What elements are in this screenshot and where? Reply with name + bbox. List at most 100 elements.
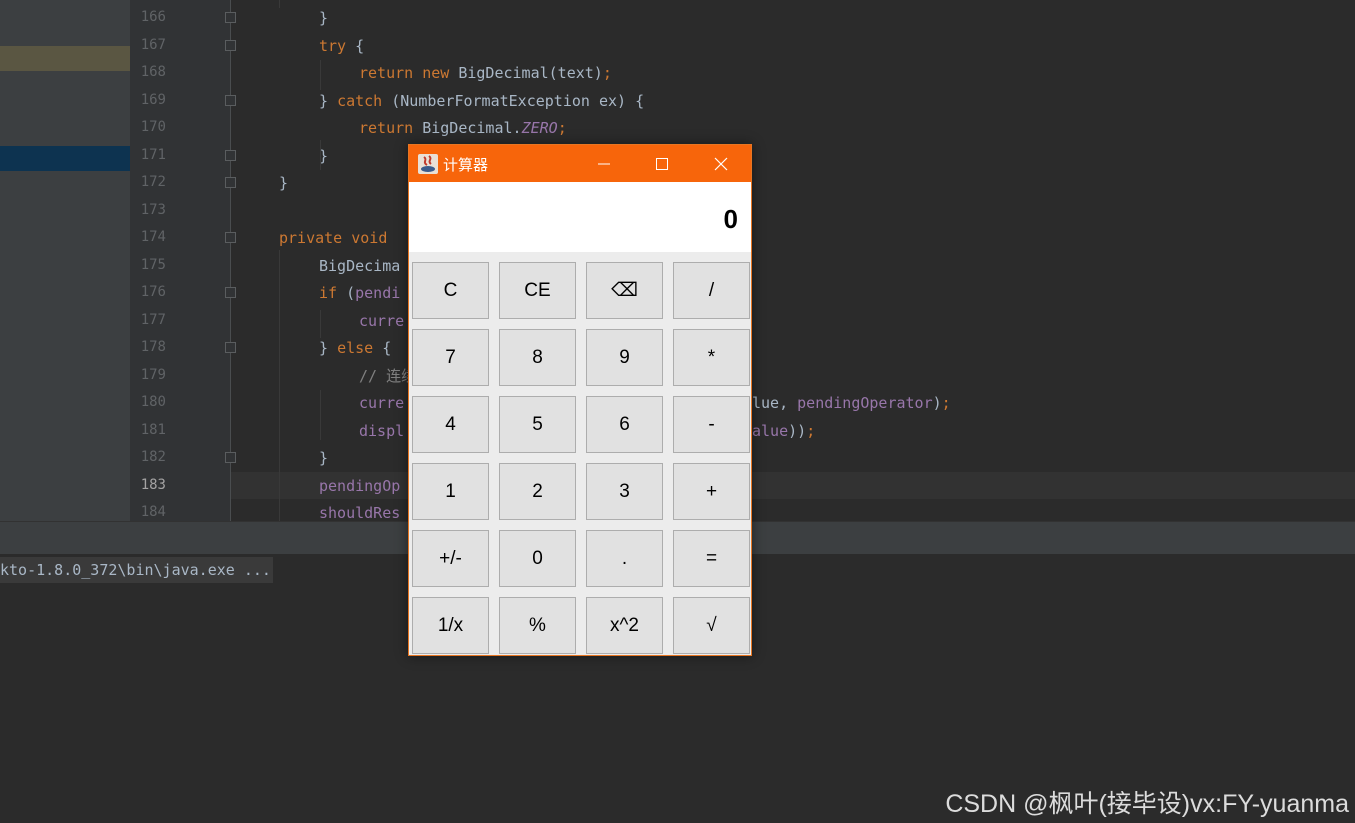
code-line: curre [359, 393, 404, 413]
digit-6-button[interactable]: 6 [586, 396, 663, 453]
code-line: pendingOp [319, 476, 400, 496]
square-button[interactable]: x^2 [586, 597, 663, 654]
fold-marker-icon[interactable] [225, 94, 236, 106]
fold-marker-icon[interactable] [225, 12, 236, 23]
digit-1-button[interactable]: 1 [412, 463, 489, 520]
fold-marker-icon[interactable] [225, 149, 236, 161]
code-token: return new [359, 64, 450, 82]
code-token: BigDecimal(text) [449, 64, 603, 82]
indent-guide [279, 250, 280, 521]
code-token: else [337, 339, 374, 357]
line-number: 169 [140, 91, 166, 108]
close-button[interactable] [692, 145, 750, 182]
divide-button[interactable]: / [673, 262, 750, 319]
code-token: ; [557, 119, 567, 137]
minimize-button[interactable] [575, 145, 633, 182]
code-token: { [346, 36, 365, 55]
fold-marker-icon[interactable] [225, 39, 236, 51]
line-number: 173 [140, 201, 166, 218]
code-token: try [319, 36, 347, 55]
code-token: } [319, 449, 329, 467]
maximize-icon [656, 157, 668, 170]
watermark: CSDN @枫叶(接毕设)vx:FY-yuanma [945, 790, 1349, 818]
code-token: alue [752, 421, 789, 440]
fold-marker-icon[interactable] [225, 232, 236, 243]
clear-entry-button[interactable]: CE [499, 262, 576, 319]
project-panel [0, 0, 130, 521]
backspace-button[interactable]: ⌫ [586, 262, 663, 319]
code-token: ) [932, 394, 942, 412]
code-line: return BigDecimal.ZERO; [359, 118, 567, 138]
subtract-button[interactable]: - [673, 396, 750, 453]
equals-button[interactable]: = [673, 530, 750, 587]
code-line: displ [359, 421, 404, 441]
digit-0-button[interactable]: 0 [499, 530, 576, 587]
indent-guide [320, 140, 321, 170]
code-token: ; [806, 421, 816, 440]
line-number: 170 [140, 119, 166, 135]
fold-marker-icon[interactable] [225, 342, 236, 353]
digit-4-button[interactable]: 4 [412, 396, 489, 453]
digit-9-button[interactable]: 9 [586, 329, 663, 386]
code-token: if [319, 284, 338, 302]
line-number: 176 [140, 284, 166, 300]
calculator-window: 计算器 0 C CE ⌫/ 7 8 9 * 4 5 6- 1 2 3 + +/- 0. = 1/x% x^2 √ [408, 144, 752, 656]
project-panel-selection[interactable] [0, 146, 130, 171]
title-bar[interactable]: 计算器 [409, 145, 751, 182]
code-token: } [279, 174, 289, 192]
indent-guide [320, 60, 321, 90]
line-number: 181 [140, 421, 166, 438]
line-number: 171 [140, 146, 166, 163]
multiply-button[interactable]: * [673, 329, 750, 386]
clear-button[interactable]: C [412, 262, 489, 319]
code-token: } [319, 91, 338, 110]
line-number: 166 [140, 9, 166, 25]
code-token: ; [602, 64, 612, 82]
code-token: ZERO [521, 119, 558, 137]
line-number: 167 [140, 36, 166, 53]
negate-button[interactable]: +/- [412, 530, 489, 587]
calculator-keypad: C CE ⌫/ 7 8 9 * 4 5 6- 1 2 3 + +/- 0. = 1/x% x^2 √ [409, 252, 751, 655]
code-token: (NumberFormatException ex) { [382, 91, 645, 110]
sqrt-button[interactable]: √ [673, 597, 750, 654]
digit-5-button[interactable]: 5 [499, 396, 576, 453]
decimal-button[interactable]: . [586, 530, 663, 587]
code-line: shouldRes [319, 503, 400, 523]
code-token: pendingOp [319, 476, 401, 495]
maximize-button[interactable] [633, 145, 691, 182]
fold-marker-icon[interactable] [225, 452, 236, 463]
fold-marker-icon[interactable] [225, 177, 236, 188]
code-line: try { [319, 36, 364, 56]
line-number: 177 [140, 311, 166, 328]
code-token: )) [788, 421, 807, 440]
code-line: curre [359, 311, 404, 331]
code-line-fragment: lue, pendingOperator); [752, 393, 951, 413]
code-token: ; [941, 394, 951, 412]
percent-button[interactable]: % [499, 597, 576, 654]
reciprocal-button[interactable]: 1/x [412, 597, 489, 654]
code-line: BigDecima [319, 256, 400, 276]
digit-7-button[interactable]: 7 [412, 329, 489, 386]
line-number: 182 [140, 449, 166, 465]
add-button[interactable]: + [673, 463, 750, 520]
java-app-icon [418, 154, 438, 174]
code-line: return new BigDecimal(text); [359, 63, 612, 83]
digit-3-button[interactable]: 3 [586, 463, 663, 520]
line-number: 174 [140, 229, 166, 245]
code-token: } [319, 339, 338, 357]
gutter-divider [230, 0, 231, 521]
digit-2-button[interactable]: 2 [499, 463, 576, 520]
code-token: private void [279, 229, 388, 247]
code-token: pendi [355, 284, 401, 302]
code-line: } [279, 173, 288, 193]
code-token: } [319, 9, 329, 27]
code-token: lue, [752, 394, 798, 412]
fold-marker-icon[interactable] [225, 287, 236, 298]
code-token: pendingOperator [797, 394, 933, 412]
line-number: 172 [140, 174, 166, 190]
code-token: displ [359, 421, 405, 440]
indent-guide [279, 0, 280, 8]
line-number: 175 [140, 256, 166, 273]
digit-8-button[interactable]: 8 [499, 329, 576, 386]
code-token: catch [337, 91, 383, 110]
